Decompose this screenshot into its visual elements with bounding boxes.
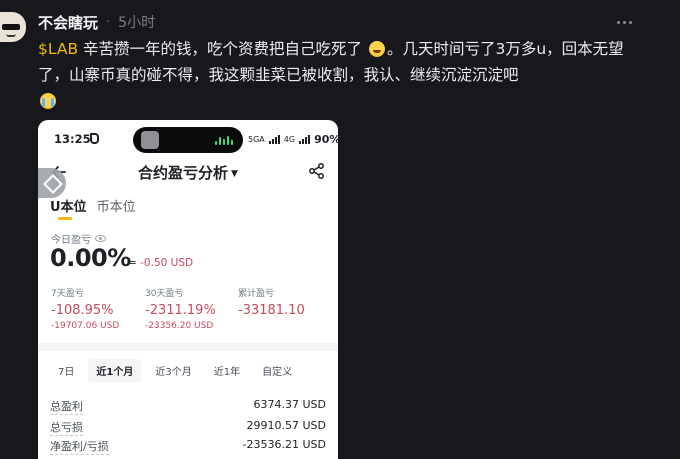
- username[interactable]: 不会瞎玩: [38, 12, 98, 33]
- network-label-1: 5GA: [248, 135, 265, 144]
- status-time: 13:25: [54, 132, 91, 146]
- post-body: $LAB 辛苦攒一年的钱，吃个资费把自己吃死了 。几天时间亏了3万多u，回本无望…: [38, 36, 638, 114]
- grinning-sweat-emoji-icon: [368, 41, 385, 57]
- tab-coin-margined[interactable]: 币本位: [97, 196, 136, 220]
- summary-row-total-profit: 总盈利 6374.37 USD: [50, 398, 326, 415]
- page-title[interactable]: 合约盈亏分析 ▼: [38, 162, 338, 183]
- summary-label[interactable]: 总亏损: [50, 419, 83, 436]
- caret-down-icon: ▼: [231, 169, 238, 179]
- today-pnl-percent: 0.00%: [50, 244, 131, 272]
- period-3m[interactable]: 近3个月: [147, 359, 199, 382]
- stat-percent: -33181.10: [238, 303, 305, 318]
- more-options-icon[interactable]: [614, 14, 634, 30]
- network-label-2: 4G: [283, 135, 296, 144]
- floating-handle[interactable]: [38, 168, 66, 198]
- status-indicators: 5GA 4G 90%: [248, 133, 338, 146]
- ticker-link[interactable]: $LAB: [38, 40, 78, 58]
- period-7d[interactable]: 7日: [50, 359, 82, 382]
- period-1m[interactable]: 近1个月: [88, 359, 142, 382]
- tab-usdt-margined[interactable]: U本位: [50, 196, 87, 220]
- stat-usd: -23356.20 USD: [145, 321, 214, 331]
- post-header: 不会瞎玩 · 5小时: [38, 12, 155, 32]
- nav-bar: 合约盈亏分析 ▼: [38, 158, 338, 186]
- period-custom[interactable]: 自定义: [254, 359, 300, 382]
- sunglasses-icon: [2, 24, 20, 30]
- media-thumbnail-icon: [141, 131, 159, 149]
- summary-value: 6374.37 USD: [253, 398, 327, 411]
- tiktok-icon: [90, 133, 99, 144]
- battery-percent: 90%: [314, 133, 338, 146]
- summary-row-net: 净盈利/亏损 -23536.21 USD: [50, 438, 326, 455]
- attached-screenshot[interactable]: 13:25 5GA 4G 90% 合约盈亏分析 ▼ U本位 币本位 今日盈亏 0.…: [38, 120, 338, 459]
- margin-type-tabs: U本位 币本位: [50, 196, 136, 220]
- summary-row-total-loss: 总亏损 29910.57 USD: [50, 419, 326, 436]
- summary-value: 29910.57 USD: [246, 419, 327, 432]
- signal-icon-2: [299, 135, 311, 144]
- stat-label: 累计盈亏: [238, 289, 275, 299]
- period-selector: 7日 近1个月 近3个月 近1年 自定义: [50, 359, 300, 382]
- stat-label: 30天盈亏: [145, 289, 184, 299]
- stat-percent: -108.95%: [51, 303, 114, 318]
- separator-dot: ·: [106, 14, 111, 30]
- phone-status-bar: 13:25 5GA 4G 90%: [38, 120, 338, 158]
- crying-emoji-icon: [40, 93, 56, 109]
- stat-7d: 7天盈亏 -108.95% -19707.06 USD: [51, 286, 119, 331]
- eye-icon[interactable]: [95, 235, 106, 242]
- avatar[interactable]: [0, 12, 26, 42]
- stat-cumulative: 累计盈亏 -33181.10: [238, 286, 305, 321]
- summary-label[interactable]: 净盈利/亏损: [50, 438, 109, 455]
- summary-value: -23536.21 USD: [242, 438, 326, 451]
- signal-icon: [268, 135, 280, 144]
- audio-wave-icon: [215, 136, 233, 145]
- stat-30d: 30天盈亏 -2311.19% -23356.20 USD: [145, 286, 216, 331]
- stat-usd: -19707.06 USD: [51, 321, 120, 331]
- stat-percent: -2311.19%: [145, 303, 216, 318]
- today-pnl-usd: = -0.50 USD: [128, 257, 194, 269]
- stat-label: 7天盈亏: [51, 289, 84, 299]
- share-icon[interactable]: [308, 162, 326, 180]
- period-1y[interactable]: 近1年: [206, 359, 248, 382]
- post-text-part-1: 辛苦攒一年的钱，吃个资费把自己吃死了: [78, 40, 363, 58]
- post-time: 5小时: [118, 15, 156, 31]
- section-divider: [38, 343, 338, 351]
- summary-label[interactable]: 总盈利: [50, 398, 83, 415]
- avatar-mouth: [6, 34, 16, 37]
- dynamic-island: [133, 127, 243, 153]
